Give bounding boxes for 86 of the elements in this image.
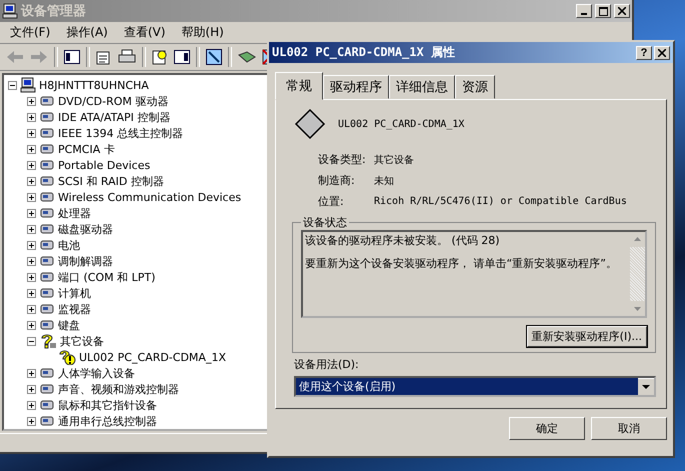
expand-icon[interactable] [27,224,36,234]
expand-icon[interactable] [27,416,36,426]
expand-icon[interactable] [27,304,36,314]
tree-item[interactable]: Portable Devices [58,158,150,172]
properties-icon[interactable] [96,49,112,65]
tab[interactable]: 驱动程序 [323,75,389,99]
panel-icon[interactable] [64,50,80,64]
reinstall-driver-button[interactable]: 重新安装驱动程序(I)... [526,326,647,347]
property-value: Ricoh R/RL/5C476(II) or Compatible CardBus [374,196,628,207]
property-label: 设备类型: [318,152,367,167]
tree-item[interactable]: PCMCIA 卡 [58,142,115,156]
tree-item[interactable]: 监视器 [58,302,91,316]
tree-item[interactable]: 通用串行总线控制器 [58,414,157,428]
window-title: 设备管理器 [21,3,86,20]
tree-item[interactable]: 处理器 [58,206,91,220]
maximize-icon [598,6,608,16]
tree-item[interactable]: 磁盘驱动器 [58,222,113,236]
property-label: 制造商: [318,173,356,188]
expand-icon[interactable] [27,320,36,330]
tree-item[interactable]: IDE ATA/ATAPI 控制器 [58,110,170,124]
expand-icon[interactable] [27,384,36,394]
tree-item[interactable]: DVD/CD-ROM 驱动器 [58,94,168,108]
status-text: 该设备的驱动程序未被安装。 (代码 28) [305,234,501,247]
tree-item[interactable]: 鼠标和其它指针设备 [58,398,157,412]
property-value: 其它设备 [374,154,415,166]
minimize-button[interactable] [576,4,592,18]
device-name: UL002 PC_CARD-CDMA_1X [338,118,464,130]
panel-icon[interactable] [174,50,190,64]
expand-icon[interactable] [27,288,36,298]
expand-icon[interactable] [27,128,36,138]
tree-item[interactable]: 计算机 [58,286,91,300]
expand-icon[interactable] [27,192,36,202]
expand-icon[interactable] [27,96,36,106]
expand-icon[interactable] [27,176,36,186]
tree-item[interactable]: UL002 PC_CARD-CDMA_1X [79,350,226,364]
expand-icon[interactable] [27,240,36,250]
expand-icon[interactable] [27,272,36,282]
usage-dropdown[interactable]: 使用这个设备(启用) [294,376,656,397]
menu-item[interactable]: 帮助(H) [175,24,230,41]
menu-item[interactable]: 查看(V) [118,24,172,41]
close-icon [618,7,626,15]
tree-item[interactable]: 其它设备 [60,334,104,348]
close-button[interactable] [654,46,670,60]
question-mark-icon [39,333,57,349]
tree-item[interactable]: 端口 (COM 和 LPT) [58,270,156,284]
tree-item[interactable]: 调制解调器 [58,254,113,268]
tab[interactable]: 资源 [455,75,495,99]
expand-icon[interactable] [27,208,36,218]
collapse-icon[interactable] [27,336,36,346]
collapse-icon[interactable] [8,80,17,90]
menu-item[interactable]: 操作(A) [60,24,114,41]
property-label: 位置: [318,194,345,209]
printer-icon[interactable] [118,49,136,65]
dialog-title: UL002 PC_CARD-CDMA_1X 属性 [272,44,455,61]
tree-item[interactable]: 键盘 [58,318,80,332]
tree-item[interactable]: 人体学输入设备 [58,366,135,380]
menu-item[interactable]: 文件(F) [4,24,56,41]
expand-icon[interactable] [27,112,36,122]
expand-icon[interactable] [27,368,36,378]
computer-icon [2,3,18,19]
dialog-button[interactable]: 取消 [591,417,667,440]
tree-item[interactable]: IEEE 1394 总线主控制器 [58,126,184,140]
expand-icon[interactable] [27,400,36,410]
status-text: 要重新为这个设备安装驱动程序， 请单击“重新安装驱动程序”。 [305,257,618,270]
tree-item[interactable]: SCSI 和 RAID 控制器 [58,174,164,188]
usage-label: 设备用法(D): [294,357,360,372]
expand-icon[interactable] [27,160,36,170]
help-button[interactable]: ? [636,46,652,60]
tab[interactable]: 常规 [275,72,323,100]
tree-item[interactable]: Wireless Communication Devices [58,190,242,204]
computer-icon [20,77,36,93]
tab[interactable]: 详细信息 [389,75,455,99]
tree-item[interactable]: 声音、视频和游戏控制器 [58,382,179,396]
close-button[interactable] [614,4,630,18]
property-value: 未知 [374,174,395,188]
device-icon[interactable] [238,51,256,63]
tree-item[interactable]: H8JHNTTT8UHNCHA [39,78,149,92]
close-icon [658,48,666,56]
maximize-button[interactable] [595,4,611,18]
tree-item[interactable]: 电池 [58,238,80,252]
expand-icon[interactable] [27,256,36,266]
dialog-button[interactable]: 确定 [509,417,585,440]
warning-icon [58,349,76,365]
expand-icon[interactable] [27,144,36,154]
device-icon [294,108,326,140]
group-title: 设备状态 [302,215,348,230]
